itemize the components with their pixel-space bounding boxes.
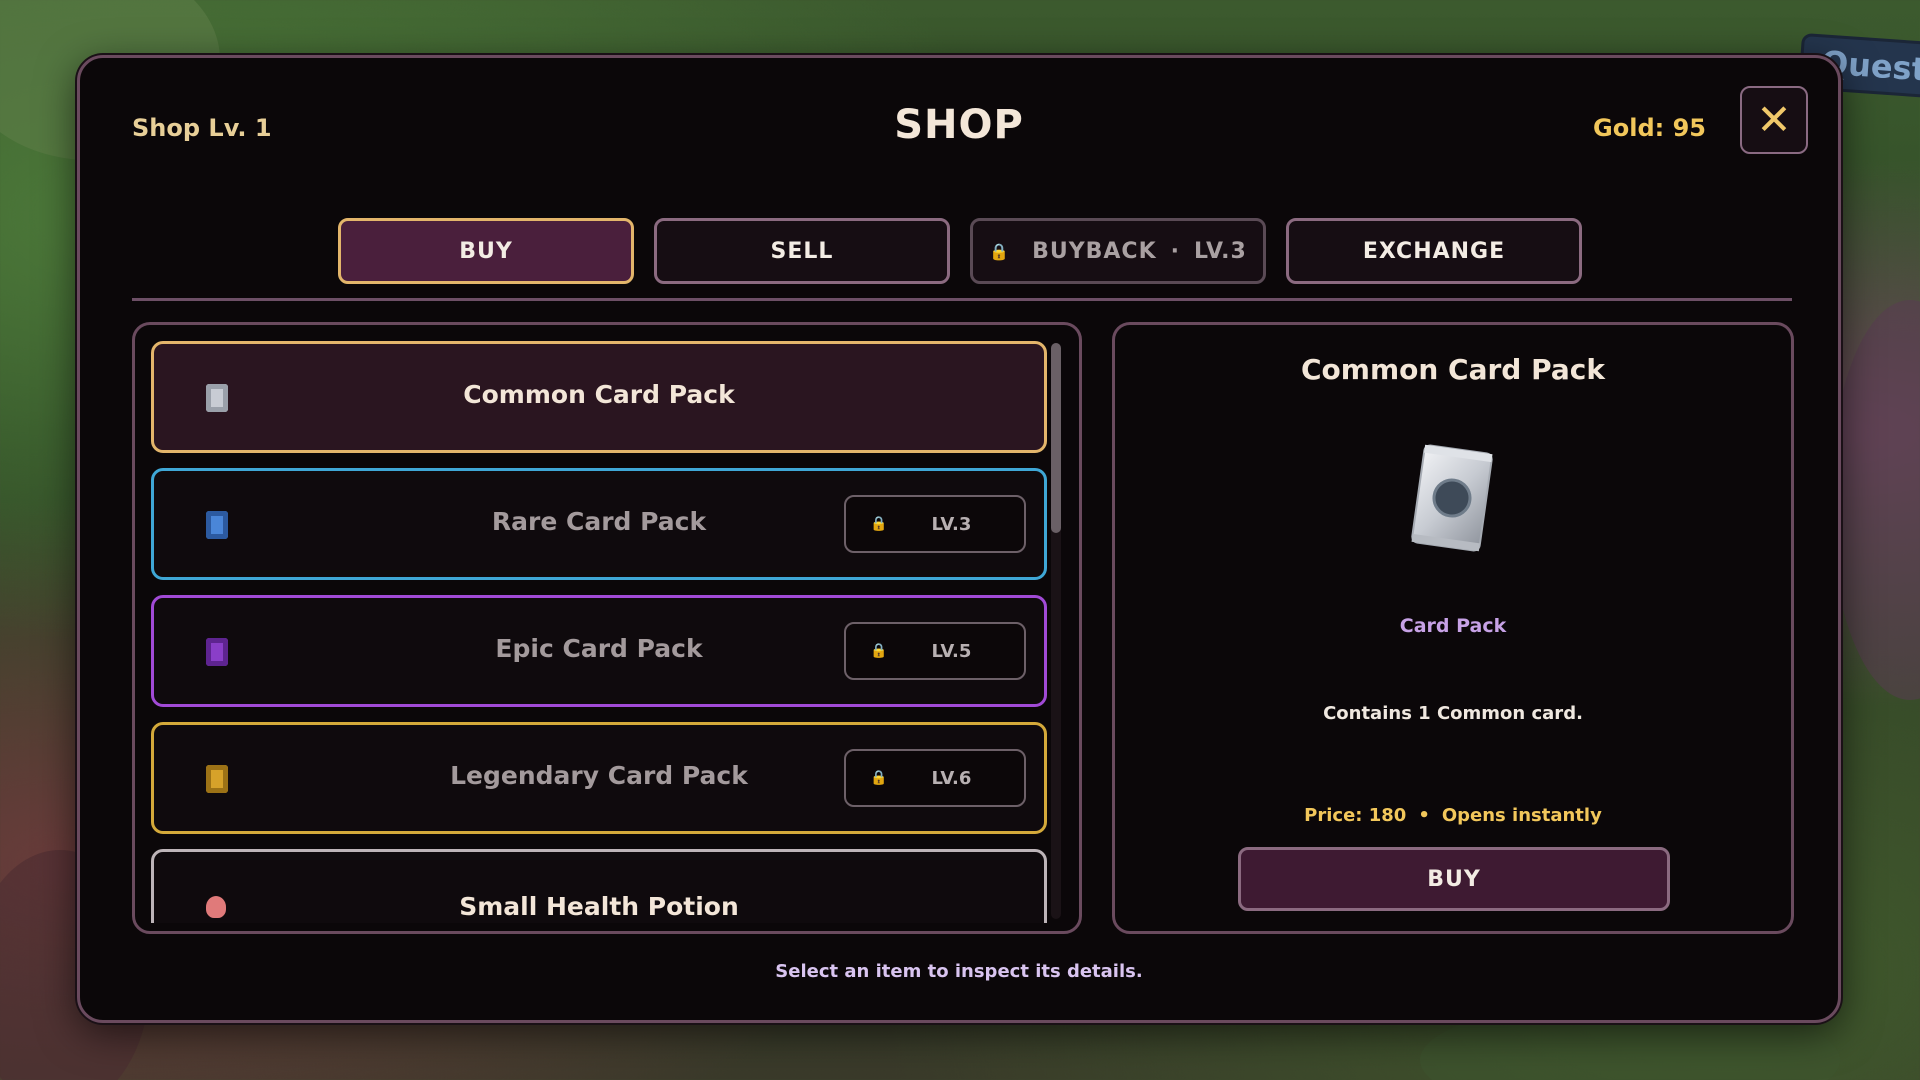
item-list[interactable]: Common Card Pack Rare Card Pack 🔒 LV.3 E…: [151, 341, 1047, 923]
tab-label: EXCHANGE: [1362, 238, 1506, 264]
close-button[interactable]: ✕: [1740, 86, 1808, 154]
tab-buy[interactable]: BUY: [338, 218, 634, 284]
tab-level-requirement: LV.3: [1193, 238, 1247, 264]
header-divider: [132, 298, 1792, 301]
item-name: Common Card Pack: [463, 380, 735, 409]
item-detail-panel: Common Card Pack Card Pack Contains 1 Co…: [1112, 322, 1794, 934]
detail-price: Price: 180: [1304, 805, 1407, 826]
gold-counter: Gold: 95: [1593, 114, 1706, 142]
list-item-small-health-potion[interactable]: Small Health Potion: [151, 849, 1047, 923]
list-item-common-card-pack[interactable]: Common Card Pack: [151, 341, 1047, 453]
list-item-epic-card-pack[interactable]: Epic Card Pack 🔒 LV.5: [151, 595, 1047, 707]
tab-sell[interactable]: SELL: [654, 218, 950, 284]
buy-button[interactable]: BUY: [1238, 847, 1670, 911]
lock-badge: 🔒 LV.6: [844, 749, 1026, 807]
lock-level: LV.5: [931, 640, 972, 662]
tab-buyback[interactable]: 🔒 BUYBACK · LV.3: [970, 218, 1266, 284]
tab-label: BUY: [459, 238, 513, 264]
lock-icon: 🔒: [989, 241, 1011, 261]
scrollbar-thumb[interactable]: [1051, 343, 1061, 533]
lock-level: LV.6: [931, 767, 972, 789]
detail-description: Contains 1 Common card.: [1323, 703, 1583, 724]
tab-label: SELL: [770, 238, 834, 264]
common-card-pack-art: [1411, 444, 1493, 552]
item-list-panel: Common Card Pack Rare Card Pack 🔒 LV.3 E…: [132, 322, 1082, 934]
item-name: Small Health Potion: [459, 892, 739, 921]
shop-tabs: BUY SELL 🔒 BUYBACK · LV.3 EXCHANGE: [338, 218, 1582, 284]
tab-separator: ·: [1170, 238, 1180, 264]
list-item-legendary-card-pack[interactable]: Legendary Card Pack 🔒 LV.6: [151, 722, 1047, 834]
lock-icon: 🔒: [870, 770, 888, 786]
detail-title: Common Card Pack: [1301, 353, 1605, 386]
footer-hint: Select an item to inspect its details.: [775, 961, 1143, 982]
lock-level: LV.3: [931, 513, 972, 535]
background-foliage: [1830, 300, 1920, 700]
lock-badge: 🔒 LV.3: [844, 495, 1026, 553]
lock-icon: 🔒: [870, 643, 888, 659]
lock-icon: 🔒: [870, 516, 888, 532]
close-icon: ✕: [1756, 95, 1792, 144]
lock-badge: 🔒 LV.5: [844, 622, 1026, 680]
page-title: SHOP: [894, 102, 1024, 148]
tab-exchange[interactable]: EXCHANGE: [1286, 218, 1582, 284]
detail-price-line: Price: 180 • Opens instantly: [1115, 805, 1791, 826]
list-scrollbar[interactable]: [1051, 343, 1061, 919]
detail-category: Card Pack: [1399, 615, 1507, 637]
tab-label: BUYBACK: [1032, 238, 1157, 264]
shop-modal: Shop Lv. 1 SHOP Gold: 95 ✕ BUY SELL 🔒 BU…: [77, 55, 1841, 1023]
list-item-rare-card-pack[interactable]: Rare Card Pack 🔒 LV.3: [151, 468, 1047, 580]
detail-opens: Opens instantly: [1441, 805, 1602, 826]
price-separator: •: [1418, 805, 1430, 826]
